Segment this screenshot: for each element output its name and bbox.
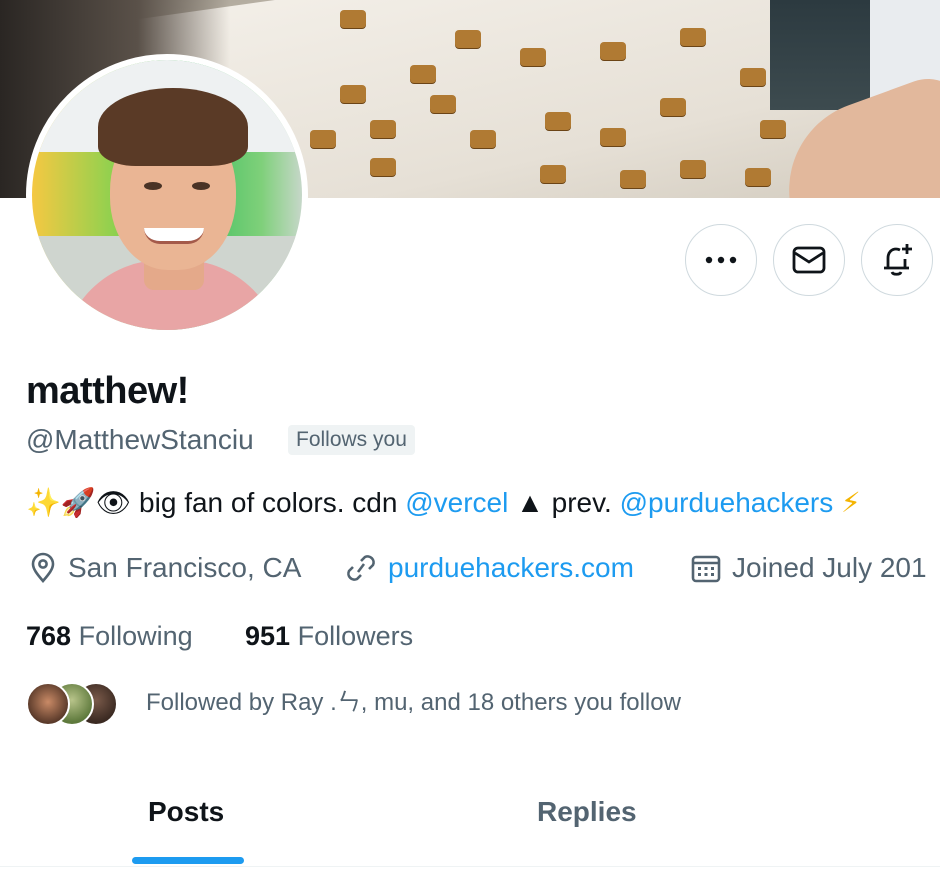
puzzle-piece — [740, 68, 766, 86]
bio-emoji-prefix: ✨🚀👁 — [26, 487, 132, 518]
puzzle-piece — [600, 128, 626, 146]
following-label: Following — [78, 621, 193, 651]
link-icon — [347, 555, 375, 581]
puzzle-piece — [540, 165, 566, 183]
bio-triangle: ▲ — [508, 487, 552, 518]
bell-plus-icon — [884, 244, 912, 276]
tab-posts[interactable]: Posts — [148, 796, 224, 828]
profile-avatar[interactable] — [26, 54, 308, 336]
puzzle-piece — [340, 85, 366, 103]
puzzle-piece — [370, 158, 396, 176]
envelope-icon — [792, 246, 826, 274]
notify-button[interactable] — [861, 224, 933, 296]
website-link[interactable]: purduehackers.com — [388, 552, 634, 584]
followed-by-text[interactable]: Followed by Ray .ㄣ, mu, and 18 others yo… — [146, 682, 681, 717]
puzzle-piece — [600, 42, 626, 60]
puzzle-piece — [680, 28, 706, 46]
puzzle-piece — [370, 120, 396, 138]
profile-website[interactable]: purduehackers.com — [344, 552, 634, 584]
more-dots-icon — [705, 256, 737, 264]
puzzle-piece — [310, 130, 336, 148]
puzzle-piece — [520, 48, 546, 66]
puzzle-piece — [340, 10, 366, 28]
bio-text: big fan of colors. cdn — [131, 487, 406, 518]
active-tab-indicator — [132, 857, 244, 864]
avatar-eye — [192, 182, 210, 190]
location-pin-icon — [31, 552, 55, 583]
followers-stat[interactable]: 951 Followers — [245, 621, 413, 652]
puzzle-piece — [545, 112, 571, 130]
puzzle-piece — [680, 160, 706, 178]
tab-replies[interactable]: Replies — [537, 796, 637, 828]
bio-emoji-suffix: ⚡ — [833, 487, 861, 518]
joined-text: Joined July 201 — [732, 552, 927, 583]
puzzle-piece — [410, 65, 436, 83]
profile-bio: ✨🚀👁 big fan of colors. cdn @vercel ▲ pre… — [26, 486, 861, 519]
puzzle-piece — [430, 95, 456, 113]
follows-you-badge: Follows you — [288, 425, 415, 455]
puzzle-piece — [620, 170, 646, 188]
message-button[interactable] — [773, 224, 845, 296]
followers-label: Followers — [297, 621, 414, 651]
follower-avatar[interactable] — [26, 682, 70, 726]
calendar-icon — [691, 555, 721, 583]
following-stat[interactable]: 768 Following — [26, 621, 193, 652]
display-name: matthew! — [26, 370, 189, 412]
puzzle-piece — [760, 120, 786, 138]
profile-location: San Francisco, CA — [28, 552, 301, 584]
puzzle-piece — [660, 98, 686, 116]
user-handle: @MatthewStanciu — [26, 424, 254, 455]
followers-count: 951 — [245, 621, 291, 651]
bio-text-prev: prev. — [551, 487, 620, 518]
tabs-divider — [0, 866, 940, 867]
banner-person-right — [770, 0, 880, 110]
puzzle-piece — [745, 168, 771, 186]
puzzle-piece — [455, 30, 481, 48]
avatar-hair — [98, 88, 248, 166]
avatar-eye — [144, 182, 162, 190]
more-button[interactable] — [685, 224, 757, 296]
bio-mention-vercel[interactable]: @vercel — [405, 487, 508, 518]
puzzle-piece — [470, 130, 496, 148]
avatar-mouth — [144, 228, 204, 244]
bio-mention-purduehackers[interactable]: @purduehackers — [620, 487, 834, 518]
location-text: San Francisco, CA — [68, 552, 302, 583]
following-count: 768 — [26, 621, 72, 651]
profile-joined: Joined July 201 — [690, 552, 927, 584]
